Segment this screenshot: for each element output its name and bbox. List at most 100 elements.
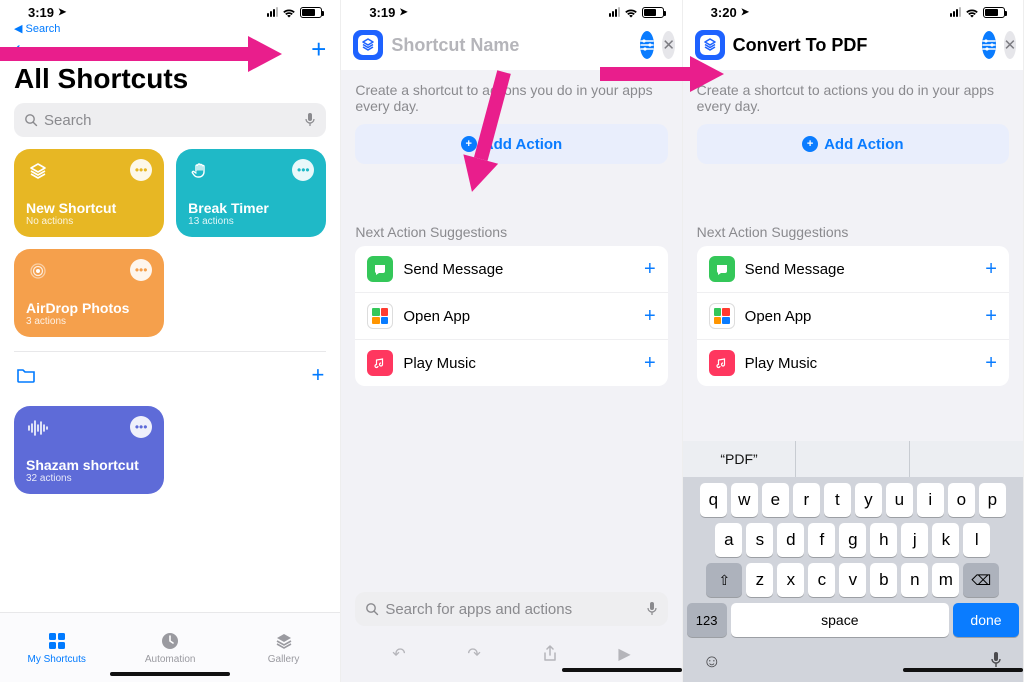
back-to-search[interactable]: ◀ Search (0, 22, 340, 37)
key-c[interactable]: c (808, 563, 835, 597)
suggestion-send-message[interactable]: Send Message + (355, 246, 667, 293)
status-time: 3:19 (28, 5, 54, 20)
add-shortcut-button[interactable]: + (311, 34, 326, 65)
add-folder-button[interactable]: + (311, 362, 324, 388)
key-z[interactable]: z (746, 563, 773, 597)
screen-new-shortcut-empty: 3:19 ➤ ✕ Create a shortcut to actions yo… (341, 0, 682, 682)
key-t[interactable]: t (824, 483, 851, 517)
tile-subtitle: 32 actions (26, 473, 152, 484)
key-y[interactable]: y (855, 483, 882, 517)
suggestion-play-music[interactable]: Play Music + (697, 340, 1009, 386)
shortcut-tile-shazam[interactable]: ••• Shazam shortcut 32 actions (14, 406, 164, 494)
suggestion-label: Play Music (403, 355, 476, 372)
key-w[interactable]: w (731, 483, 758, 517)
tile-menu-button[interactable]: ••• (130, 259, 152, 281)
share-button[interactable] (543, 645, 557, 663)
key-h[interactable]: h (870, 523, 897, 557)
shortcut-name-input[interactable] (733, 35, 974, 56)
run-button[interactable]: ▶ (618, 644, 630, 664)
tab-gallery[interactable]: Gallery (227, 613, 340, 682)
key-m[interactable]: m (932, 563, 959, 597)
settings-button[interactable] (982, 31, 996, 59)
backspace-key[interactable]: ⌫ (963, 563, 999, 597)
shift-key[interactable]: ⇧ (706, 563, 742, 597)
mic-icon[interactable] (304, 112, 316, 128)
keyboard-suggestions: “PDF” (683, 441, 1023, 477)
close-button[interactable]: ✕ (662, 31, 675, 59)
numbers-key[interactable]: 123 (687, 603, 727, 637)
key-b[interactable]: b (870, 563, 897, 597)
suggestion-open-app[interactable]: Open App + (697, 293, 1009, 340)
key-o[interactable]: o (948, 483, 975, 517)
key-g[interactable]: g (839, 523, 866, 557)
settings-button[interactable] (640, 31, 654, 59)
redo-button[interactable]: ↷ (467, 644, 480, 664)
tile-menu-button[interactable]: ••• (130, 416, 152, 438)
mic-icon[interactable] (646, 601, 658, 617)
add-suggestion-button[interactable]: + (985, 258, 997, 281)
done-key[interactable]: done (953, 603, 1019, 637)
suggestion-label: Open App (403, 308, 470, 325)
add-suggestion-button[interactable]: + (644, 352, 656, 375)
key-q[interactable]: q (700, 483, 727, 517)
home-indicator (110, 672, 230, 676)
suggestions-list: Send Message + Open App + Play Music + (697, 246, 1009, 386)
folder-icon[interactable] (16, 367, 36, 383)
emoji-key[interactable]: ☺ (703, 651, 721, 672)
space-key[interactable]: space (731, 603, 949, 637)
home-indicator (562, 668, 682, 672)
tile-menu-button[interactable]: ••• (130, 159, 152, 181)
suggestions-list: Send Message + Open App + Play Music + (355, 246, 667, 386)
editor-header: ✕ (341, 22, 681, 70)
add-suggestion-button[interactable]: + (644, 305, 656, 328)
key-e[interactable]: e (762, 483, 789, 517)
shortcut-tile-break-timer[interactable]: ••• Break Timer 13 actions (176, 149, 326, 237)
suggestion-label: Send Message (745, 261, 845, 278)
shortcut-tile-new-shortcut[interactable]: ••• New Shortcut No actions (14, 149, 164, 237)
key-j[interactable]: j (901, 523, 928, 557)
key-n[interactable]: n (901, 563, 928, 597)
search-actions-field[interactable]: Search for apps and actions (355, 592, 667, 626)
close-button[interactable]: ✕ (1004, 31, 1017, 59)
search-field[interactable]: Search (14, 103, 326, 137)
key-k[interactable]: k (932, 523, 959, 557)
add-action-button[interactable]: + Add Action (355, 124, 667, 164)
key-l[interactable]: l (963, 523, 990, 557)
key-a[interactable]: a (715, 523, 742, 557)
key-s[interactable]: s (746, 523, 773, 557)
shortcut-tile-airdrop-photos[interactable]: ••• AirDrop Photos 3 actions (14, 249, 164, 337)
shortcut-app-icon[interactable] (353, 30, 383, 60)
suggestion-send-message[interactable]: Send Message + (697, 246, 1009, 293)
shortcut-name-input[interactable] (391, 35, 632, 56)
key-p[interactable]: p (979, 483, 1006, 517)
key-r[interactable]: r (793, 483, 820, 517)
tile-name: Break Timer (188, 200, 314, 216)
location-icon: ➤ (399, 7, 407, 18)
shortcut-app-icon[interactable] (695, 30, 725, 60)
key-d[interactable]: d (777, 523, 804, 557)
key-i[interactable]: i (917, 483, 944, 517)
location-icon: ➤ (741, 7, 749, 18)
wifi-icon (624, 7, 638, 18)
add-suggestion-button[interactable]: + (985, 305, 997, 328)
add-suggestion-button[interactable]: + (644, 258, 656, 281)
suggestion-open-app[interactable]: Open App + (355, 293, 667, 340)
suggestion-play-music[interactable]: Play Music + (355, 340, 667, 386)
tile-menu-button[interactable]: ••• (292, 159, 314, 181)
back-button[interactable]: ‹ (14, 38, 21, 61)
keyboard-suggestion[interactable]: “PDF” (683, 441, 797, 477)
key-v[interactable]: v (839, 563, 866, 597)
key-u[interactable]: u (886, 483, 913, 517)
undo-button[interactable]: ↶ (392, 644, 405, 664)
messages-icon (709, 256, 735, 282)
key-x[interactable]: x (777, 563, 804, 597)
keyboard-suggestion-empty (796, 441, 910, 477)
key-f[interactable]: f (808, 523, 835, 557)
page-title: All Shortcuts (14, 63, 326, 95)
waveform-icon (26, 416, 50, 440)
tab-my-shortcuts[interactable]: My Shortcuts (0, 613, 113, 682)
music-icon (709, 350, 735, 376)
add-action-button[interactable]: + Add Action (697, 124, 1009, 164)
add-suggestion-button[interactable]: + (985, 352, 997, 375)
tile-subtitle: No actions (26, 216, 152, 227)
